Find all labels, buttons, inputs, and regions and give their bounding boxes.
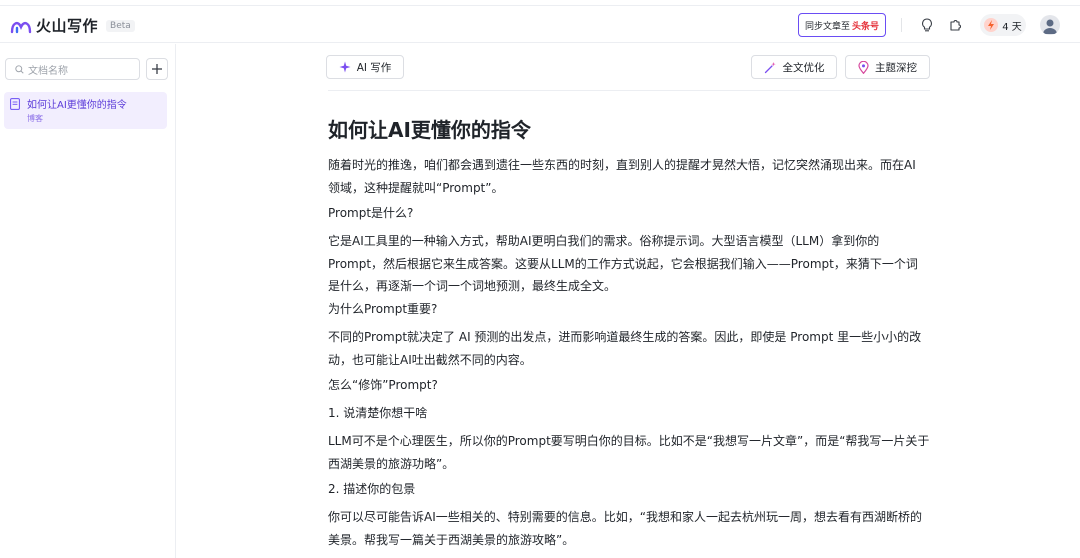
top-edge (0, 0, 1080, 6)
paragraph-line: 随着时光的推逸，咱们都会遇到遗往一些东西的时刻，直到别人的提醒才晃然大悟，记忆突… (328, 158, 916, 172)
search-placeholder: 文档名称 (28, 65, 68, 77)
sidebar-doc-title: 如何让AI更懂你的指令 (27, 100, 127, 111)
logo-icon (10, 21, 32, 33)
paragraph-line: 为什么Prompt重要? (328, 302, 438, 316)
paragraph-line: 它是AI工具里的一种输入方式，帮助AI更明白我们的需求。俗称提示词。大型语言模型… (328, 234, 880, 248)
paragraph-line: 不同的Prompt就决定了 AI 预测的出发点，进而影响道最终生成的答案。因此，… (328, 330, 922, 344)
paragraph-line: 西湖美景的旅游功略”。 (328, 456, 455, 471)
paragraph-line: 动，也可能让AI吐出截然不同的内容。 (328, 352, 532, 367)
plus-icon (152, 64, 162, 74)
sidebar-doc-item[interactable]: 如何让AI更懂你的指令 博客 (4, 92, 167, 129)
topic-deep-dive-button[interactable]: 主题深挖 (845, 55, 930, 79)
paragraph-line: 领域，这种提醒就叫“Prompt”。 (328, 180, 504, 195)
paragraph[interactable]: 2. 描述你的包景 (328, 478, 930, 501)
sync-target-label: 头条号 (852, 21, 880, 32)
paragraph-line: LLM可不是个心理医生，所以你的Prompt要写明白你的目标。比如不是“我想写一… (328, 434, 930, 448)
paragraph[interactable]: 不同的Prompt就决定了 AI 预测的出发点，进而影响道最终生成的答案。因此，… (328, 326, 930, 371)
full-optimize-label: 全文优化 (782, 61, 825, 74)
add-document-button[interactable] (146, 58, 168, 80)
paragraph[interactable]: 你可以尽可能告诉AI一些相关的、特别需要的信息。比如，“我想和家人一起去杭州玩一… (328, 506, 930, 551)
paragraph-line: Prompt是什么? (328, 206, 414, 220)
sparkle-icon (339, 61, 351, 73)
toolbar-divider (328, 90, 930, 91)
paragraph[interactable]: LLM可不是个心理医生，所以你的Prompt要写明白你的目标。比如不是“我想写一… (328, 430, 930, 475)
paragraph-line: 你可以尽可能告诉AI一些相关的、特别需要的信息。比如，“我想和家人一起去杭州玩一… (328, 510, 922, 524)
paragraph-line: 2. 描述你的包景 (328, 482, 416, 496)
paragraph-line: Prompt，然后根据它来生成答案。这要从LLM的工作方式说起，它会根据我们输入… (328, 256, 918, 271)
search-input[interactable]: 文档名称 (5, 58, 140, 80)
paragraph-line: 1. 说清楚你想干啥 (328, 406, 428, 420)
document-sidebar: 文档名称 如何让AI更懂你的指令 博客 (0, 44, 176, 558)
sync-label: 同步文章至 (804, 21, 850, 32)
sync-article-button[interactable]: 同步文章至 头条号 (798, 13, 886, 37)
paragraph[interactable]: 1. 说清楚你想干啥 (328, 402, 930, 425)
paragraph[interactable]: Prompt是什么? (328, 202, 930, 225)
app-name: 火山写作 (36, 17, 99, 35)
full-optimize-button[interactable]: 全文优化 (751, 55, 837, 79)
sidebar-doc-type: 博客 (27, 114, 43, 123)
paragraph[interactable]: 它是AI工具里的一种输入方式，帮助AI更明白我们的需求。俗称提示词。大型语言模型… (328, 230, 930, 298)
paragraph-line: 美景。帮我写一篇关于西湖美景的旅游攻略”。 (328, 532, 575, 547)
paragraph[interactable]: 随着时光的推逸，咱们都会遇到遗往一些东西的时刻，直到别人的提醒才晃然大悟，记忆突… (328, 154, 930, 199)
header-divider (901, 18, 902, 32)
bulb-icon[interactable] (918, 16, 936, 34)
bolt-icon (984, 18, 999, 32)
paragraph-line: 怎么“修饰”Prompt? (328, 378, 438, 392)
doc-icon (10, 98, 20, 110)
ai-write-button[interactable]: AI 写作 (326, 55, 404, 79)
paragraph[interactable]: 怎么“修饰”Prompt? (328, 374, 930, 397)
location-pin-icon (858, 60, 869, 74)
paragraph[interactable]: 为什么Prompt重要? (328, 298, 930, 321)
avatar-icon[interactable] (1040, 15, 1060, 35)
topic-deep-dive-label: 主题深挖 (875, 61, 917, 74)
app-logo[interactable]: 火山写作 Beta (10, 15, 135, 36)
magic-wand-icon (764, 61, 776, 73)
beta-badge: Beta (106, 19, 135, 32)
ai-write-label: AI 写作 (356, 61, 392, 74)
streak-days-label: 4 天 (1002, 21, 1022, 33)
search-icon (15, 64, 24, 74)
app-header: 火山写作 Beta 同步文章至 头条号 4 天 (0, 7, 1080, 43)
document-title[interactable]: 如何让AI更懂你的指令 (328, 114, 531, 143)
plugin-icon[interactable] (946, 16, 964, 34)
streak-days-badge[interactable]: 4 天 (980, 14, 1026, 36)
paragraph-line: 是什么，再逐渐一个词一个词地预测，最终生成全文。 (328, 279, 617, 293)
